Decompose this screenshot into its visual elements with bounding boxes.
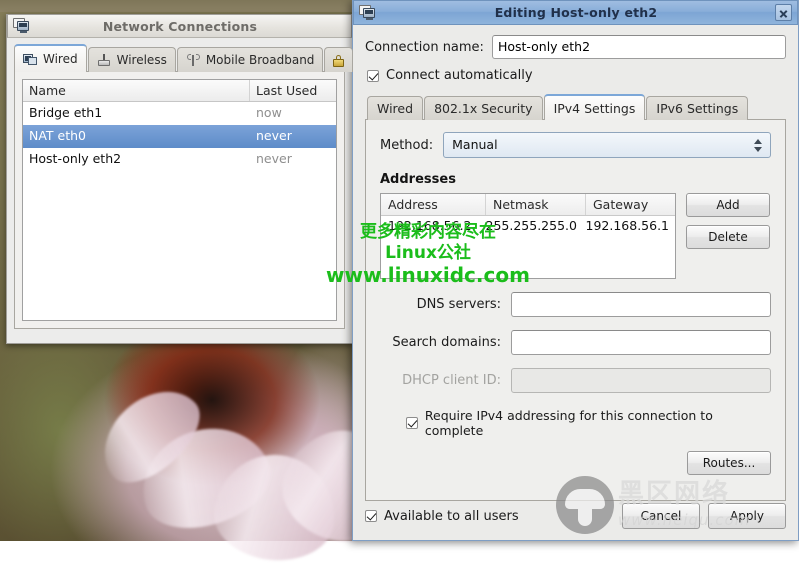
require-ipv4-checkbox[interactable] [406, 417, 418, 429]
addresses-section-title: Addresses [380, 172, 771, 187]
connection-editor-icon [359, 5, 377, 21]
connections-list[interactable]: Name Last Used Bridge eth1 now NAT eth0 … [22, 79, 337, 321]
tab-ipv6-settings-label: IPv6 Settings [656, 101, 738, 116]
tab-ipv4-settings-label: IPv4 Settings [554, 101, 636, 116]
tab-wired[interactable]: Wired [14, 44, 87, 72]
tab-ipv4-settings[interactable]: IPv4 Settings [544, 94, 646, 120]
addresses-table-header: Address Netmask Gateway [381, 194, 675, 216]
connection-name-row: Connection name: Host-only eth2 [365, 35, 786, 59]
editing-connection-dialog: Editing Host-only eth2 Connection name: … [352, 0, 799, 541]
network-connections-tabs: Wired Wireless Mobile Broadband [14, 44, 345, 72]
network-connections-titlebar[interactable]: Network Connections [7, 14, 352, 38]
require-ipv4-row[interactable]: Require IPv4 addressing for this connect… [380, 408, 771, 438]
list-item[interactable]: Host-only eth2 never [23, 148, 336, 171]
dns-servers-input[interactable] [511, 292, 771, 317]
wireless-icon [97, 54, 112, 67]
column-netmask[interactable]: Netmask [486, 194, 586, 215]
dns-servers-label: DNS servers: [380, 297, 511, 312]
tab-8021x-security-label: 802.1x Security [434, 101, 533, 116]
connect-automatically-checkbox[interactable] [367, 70, 379, 82]
vpn-lock-icon [331, 54, 346, 67]
connection-name-input[interactable]: Host-only eth2 [492, 35, 786, 59]
available-all-users-row[interactable]: Available to all users [365, 509, 614, 524]
tab-wired-settings[interactable]: Wired [367, 96, 423, 120]
connections-list-header: Name Last Used [23, 80, 336, 102]
cancel-button[interactable]: Cancel [622, 503, 700, 529]
list-item-name: Bridge eth1 [23, 102, 250, 125]
available-all-users-label: Available to all users [384, 509, 519, 524]
list-item-last-used: never [250, 125, 336, 148]
search-domains-label: Search domains: [380, 335, 511, 350]
list-item-name: Host-only eth2 [23, 148, 250, 171]
network-connections-body: Wired Wireless Mobile Broadband Name Las… [7, 38, 352, 343]
list-item-last-used: now [250, 102, 336, 125]
tab-8021x-security[interactable]: 802.1x Security [424, 96, 543, 120]
dialog-titlebar[interactable]: Editing Host-only eth2 [353, 0, 798, 25]
method-selected-value: Manual [452, 137, 497, 152]
list-item-name: NAT eth0 [23, 125, 250, 148]
close-icon[interactable] [775, 4, 792, 21]
ipv4-settings-panel: Method: Manual Addresses Address Netmask… [365, 119, 786, 501]
wired-tab-panel: Name Last Used Bridge eth1 now NAT eth0 … [14, 71, 345, 329]
column-address[interactable]: Address [381, 194, 486, 215]
addresses-area: Address Netmask Gateway 192.168.56.2 255… [380, 193, 771, 279]
apply-button[interactable]: Apply [708, 503, 786, 529]
require-ipv4-label: Require IPv4 addressing for this connect… [425, 408, 771, 438]
dialog-body: Connection name: Host-only eth2 Connect … [353, 25, 798, 501]
dhcp-client-id-row: DHCP client ID: [380, 368, 771, 393]
network-connections-title: Network Connections [31, 19, 351, 34]
cell-address[interactable]: 192.168.56.2 [381, 216, 479, 237]
tab-vpn[interactable] [324, 47, 353, 72]
routes-button[interactable]: Routes... [687, 451, 771, 475]
addresses-buttons: Add Delete [686, 193, 770, 279]
tab-mobile-broadband[interactable]: Mobile Broadband [177, 47, 324, 72]
tab-ipv6-settings[interactable]: IPv6 Settings [646, 96, 748, 120]
chevron-updown-icon [754, 137, 763, 155]
dns-servers-row: DNS servers: [380, 292, 771, 317]
network-connections-window: Network Connections Wired Wireless Mobil… [6, 14, 353, 344]
dialog-title: Editing Host-only eth2 [377, 5, 775, 20]
tab-wireless[interactable]: Wireless [88, 47, 176, 72]
method-select[interactable]: Manual [443, 132, 771, 158]
column-last-used[interactable]: Last Used [250, 80, 336, 101]
add-button[interactable]: Add [686, 193, 770, 217]
connection-name-label: Connection name: [365, 40, 484, 55]
mobile-broadband-icon [186, 54, 201, 67]
search-domains-row: Search domains: [380, 330, 771, 355]
method-label: Method: [380, 138, 433, 153]
tab-wired-settings-label: Wired [377, 101, 413, 116]
list-item-last-used: never [250, 148, 336, 171]
routes-row: Routes... [380, 451, 771, 475]
dhcp-client-id-label: DHCP client ID: [380, 373, 511, 388]
connect-automatically-row[interactable]: Connect automatically [365, 68, 786, 83]
network-connections-icon [13, 18, 31, 34]
dialog-tabs: Wired 802.1x Security IPv4 Settings IPv6… [365, 94, 786, 120]
delete-button[interactable]: Delete [686, 225, 770, 249]
list-item[interactable]: Bridge eth1 now [23, 102, 336, 125]
method-row: Method: Manual [380, 132, 771, 158]
cell-netmask[interactable]: 255.255.255.0 [479, 216, 579, 237]
tab-mobile-broadband-label: Mobile Broadband [206, 53, 315, 67]
tab-wired-label: Wired [43, 52, 78, 66]
column-gateway[interactable]: Gateway [586, 194, 675, 215]
connect-automatically-label: Connect automatically [386, 68, 533, 83]
wired-icon [23, 53, 38, 66]
addresses-table[interactable]: Address Netmask Gateway 192.168.56.2 255… [380, 193, 676, 279]
column-name[interactable]: Name [23, 80, 250, 101]
cell-gateway[interactable]: 192.168.56.1 [579, 216, 677, 237]
search-domains-input[interactable] [511, 330, 771, 355]
available-all-users-checkbox[interactable] [365, 510, 377, 522]
dhcp-client-id-input [511, 368, 771, 393]
table-row[interactable]: 192.168.56.2 255.255.255.0 192.168.56.1 [381, 216, 675, 237]
tab-wireless-label: Wireless [117, 53, 167, 67]
list-item[interactable]: NAT eth0 never [23, 125, 336, 148]
